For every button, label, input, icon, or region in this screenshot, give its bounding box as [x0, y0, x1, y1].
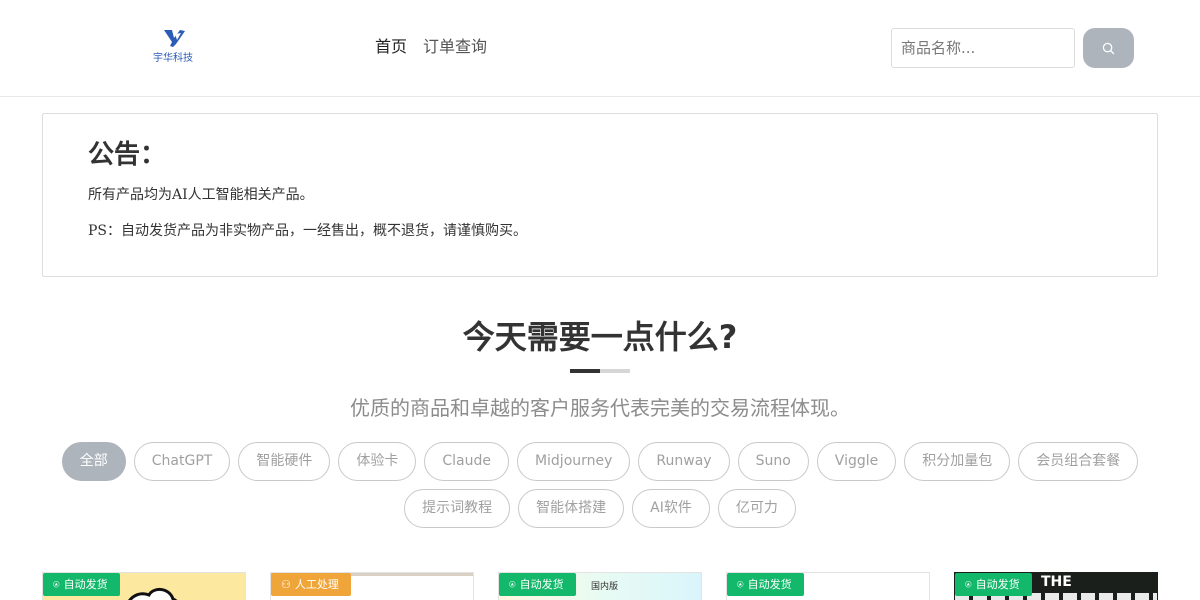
- announcement-title: 公告：: [88, 140, 167, 170]
- product-card[interactable]: ⍟ 自动发货: [726, 572, 930, 600]
- category-pill-runway[interactable]: Runway: [638, 442, 730, 481]
- search-icon: [1102, 42, 1115, 54]
- nav-item-order-query[interactable]: 订单查询: [423, 36, 487, 58]
- category-filter: 全部 ChatGPT 智能硬件 体验卡 Claude Midjourney Ru…: [60, 442, 1140, 528]
- gift-icon: ⍟: [965, 578, 972, 591]
- category-pill-yikeli[interactable]: 亿可力: [717, 489, 796, 528]
- gift-icon: ⍟: [53, 578, 60, 591]
- category-pill-member-bundle[interactable]: 会员组合套餐: [1018, 442, 1139, 481]
- product-grid: ⍟ 自动发货 ⚇ 人工处理 国内版 ⍟ 自动发货 ⍟ 自动发货 THE ⍟ 自动…: [42, 572, 1158, 600]
- category-pill-midjourney[interactable]: Midjourney: [516, 442, 631, 481]
- category-pill-ai-software[interactable]: AI软件: [632, 489, 710, 528]
- search-button[interactable]: [1083, 28, 1134, 68]
- product-card[interactable]: THE ⍟ 自动发货: [954, 572, 1158, 600]
- thumbnail-caption: THE: [1041, 574, 1072, 590]
- category-pill-prompt-tutorial[interactable]: 提示词教程: [404, 489, 511, 528]
- section-divider: [570, 369, 630, 373]
- section-title: 今天需要一点什么?: [462, 318, 738, 356]
- logo[interactable]: 宇华科技: [150, 28, 196, 68]
- section-subtitle: 优质的商品和卓越的客户服务代表完美的交易流程体现。: [350, 396, 850, 420]
- status-badge: ⍟ 自动发货: [43, 573, 120, 596]
- main-nav: 首页 订单查询: [375, 36, 487, 58]
- logo-icon: [164, 30, 185, 47]
- site-header: 宇华科技 首页 订单查询: [0, 0, 1200, 97]
- logo-text: 宇华科技: [153, 53, 193, 64]
- gift-icon: ⍟: [737, 578, 744, 591]
- announcement-box: 公告： 所有产品均为AI人工智能相关产品。 PS：自动发货产品为非实物产品，一经…: [42, 113, 1158, 277]
- announcement-line-2: PS：自动发货产品为非实物产品，一经售出，概不退货，请谨慎购买。: [88, 223, 528, 239]
- category-pill-claude[interactable]: Claude: [424, 442, 509, 481]
- status-badge: ⍟ 自动发货: [499, 573, 576, 596]
- person-icon: ⚇: [281, 578, 291, 591]
- status-badge: ⚇ 人工处理: [271, 573, 351, 596]
- cloud-illustration: [128, 588, 178, 600]
- status-badge: ⍟ 自动发货: [727, 573, 804, 596]
- product-card[interactable]: 国内版 ⍟ 自动发货: [498, 572, 702, 600]
- category-pill-viggle[interactable]: Viggle: [816, 442, 897, 481]
- product-card[interactable]: ⚇ 人工处理: [270, 572, 474, 600]
- category-pill-chatgpt[interactable]: ChatGPT: [133, 442, 231, 481]
- announcement-line-1: 所有产品均为AI人工智能相关产品。: [88, 187, 314, 203]
- thumbnail-caption: 国内版: [591, 582, 619, 592]
- gift-icon: ⍟: [509, 578, 516, 591]
- category-pill-all[interactable]: 全部: [61, 442, 126, 481]
- status-badge: ⍟ 自动发货: [955, 573, 1032, 596]
- category-pill-smart-hardware[interactable]: 智能硬件: [238, 442, 331, 481]
- category-pill-points-pack[interactable]: 积分加量包: [904, 442, 1011, 481]
- category-pill-suno[interactable]: Suno: [737, 442, 809, 481]
- product-card[interactable]: ⍟ 自动发货: [42, 572, 246, 600]
- search-input[interactable]: [891, 28, 1075, 68]
- nav-item-home[interactable]: 首页: [375, 36, 407, 58]
- category-pill-trial-card[interactable]: 体验卡: [338, 442, 417, 481]
- category-pill-agent-building[interactable]: 智能体搭建: [518, 489, 625, 528]
